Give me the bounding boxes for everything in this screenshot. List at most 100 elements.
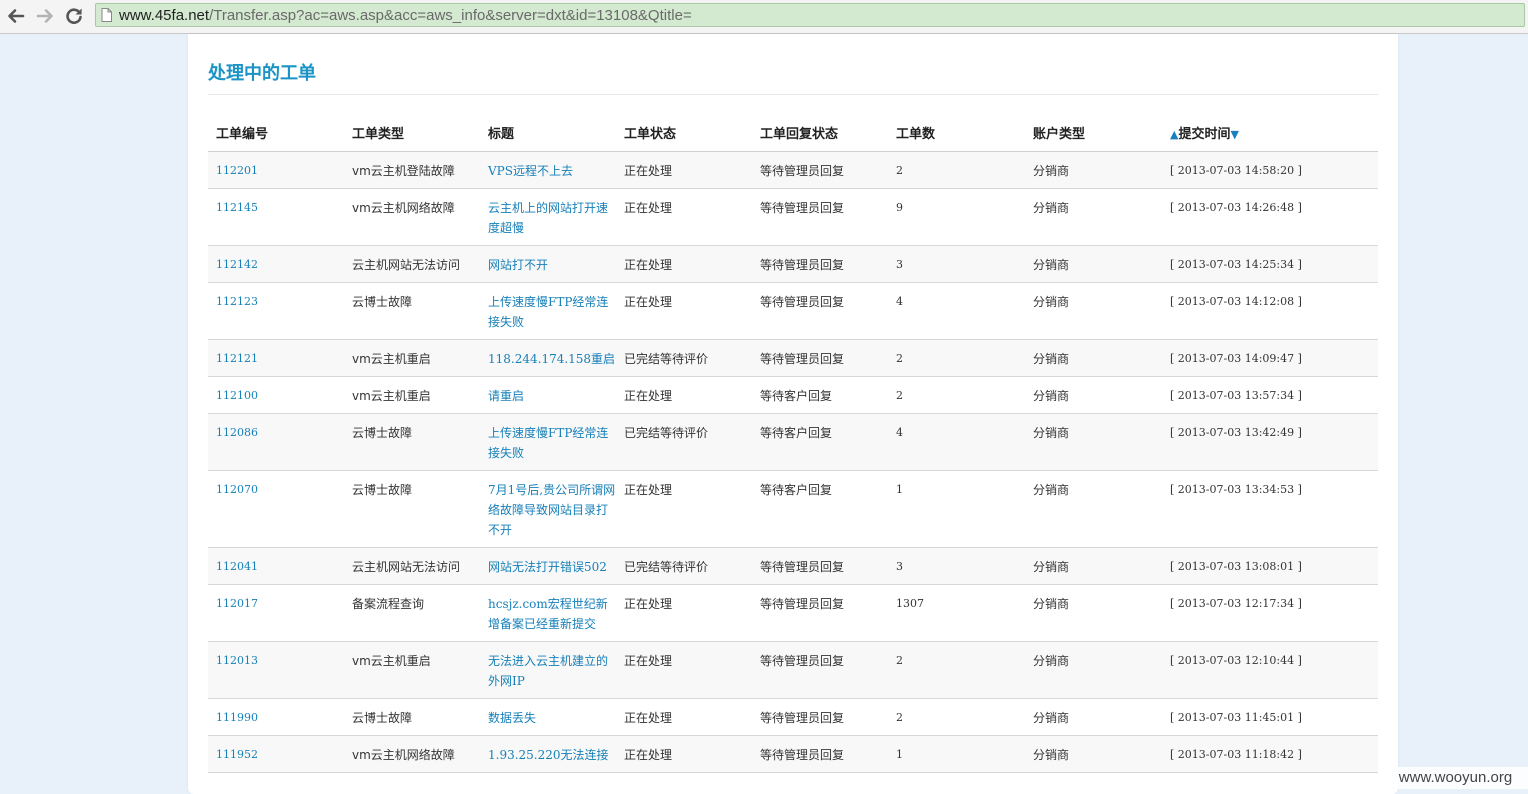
ticket-status-cell: 正在处理 bbox=[616, 245, 752, 283]
ticket-status-cell: 正在处理 bbox=[616, 282, 752, 340]
ticket-reply-status-cell: 等待客户回复 bbox=[752, 376, 888, 414]
ticket-account-type-cell: 分销商 bbox=[1025, 547, 1162, 585]
ticket-count-cell: 9 bbox=[888, 188, 1025, 246]
ticket-category-cell: vm云主机网络故障 bbox=[344, 188, 480, 246]
ticket-account-type-cell: 分销商 bbox=[1025, 376, 1162, 414]
ticket-table: 工单编号 工单类型 标题 工单状态 工单回复状态 工单数 账户类型 ▲提交时间▼… bbox=[208, 114, 1378, 773]
ticket-reply-status-cell: 等待客户回复 bbox=[752, 413, 888, 471]
ticket-id-link[interactable]: 112145 bbox=[216, 201, 258, 214]
ticket-status-cell: 正在处理 bbox=[616, 584, 752, 642]
table-row: 112041 云主机网站无法访问 网站无法打开错误502 已完结等待评价 等待管理员回复… bbox=[208, 547, 1378, 585]
ticket-id-cell: 112041 bbox=[208, 547, 344, 585]
ticket-subject-link[interactable]: 网站无法打开错误502 bbox=[488, 560, 607, 574]
ticket-subject-link[interactable]: 网站打不开 bbox=[488, 258, 548, 272]
ticket-reply-status-cell: 等待管理员回复 bbox=[752, 698, 888, 736]
table-row: 112201 vm云主机登陆故障 VPS远程不上去 正在处理 等待管理员回复 2 分销商[ … bbox=[208, 151, 1378, 189]
ticket-submit-time-cell: [ 2013-07-03 13:42:49 ] bbox=[1162, 413, 1378, 471]
ticket-reply-status-cell: 等待管理员回复 bbox=[752, 547, 888, 585]
ticket-subject-link[interactable]: 7月1号后,贵公司所谓网络故障导致网站目录打不开 bbox=[488, 483, 615, 537]
ticket-subject-link[interactable]: 1.93.25.220无法连接 bbox=[488, 748, 609, 762]
ticket-id-link[interactable]: 112070 bbox=[216, 483, 258, 496]
ticket-subject-link[interactable]: 上传速度慢FTP经常连接失败 bbox=[488, 295, 608, 329]
ticket-id-link[interactable]: 112086 bbox=[216, 426, 258, 439]
ticket-id-link[interactable]: 112017 bbox=[216, 597, 258, 610]
ticket-reply-status-cell: 等待客户回复 bbox=[752, 470, 888, 548]
ticket-category-cell: 云主机网站无法访问 bbox=[344, 245, 480, 283]
ticket-id-link[interactable]: 112201 bbox=[216, 164, 258, 177]
ticket-status-cell: 正在处理 bbox=[616, 188, 752, 246]
ticket-subject-link[interactable]: hcsjz.com宏程世纪新增备案已经重新提交 bbox=[488, 597, 608, 631]
ticket-category-cell: vm云主机重启 bbox=[344, 376, 480, 414]
ticket-count-cell: 3 bbox=[888, 245, 1025, 283]
ticket-id-link[interactable]: 112121 bbox=[216, 352, 258, 365]
ticket-id-cell: 112201 bbox=[208, 151, 344, 189]
table-row: 112017 备案流程查询 hcsjz.com宏程世纪新增备案已经重新提交 正在处理等… bbox=[208, 584, 1378, 642]
table-row: 112086 云博士故障 上传速度慢FTP经常连接失败 已完结等待评价 等待客户回复 4 分… bbox=[208, 413, 1378, 471]
ticket-id-link[interactable]: 112123 bbox=[216, 295, 258, 308]
ticket-submit-time-cell: [ 2013-07-03 13:57:34 ] bbox=[1162, 376, 1378, 414]
ticket-id-link[interactable]: 112142 bbox=[216, 258, 258, 271]
ticket-id-cell: 112100 bbox=[208, 376, 344, 414]
url-host: www.45fa.net bbox=[119, 7, 210, 24]
header-time-label[interactable]: 提交时间 bbox=[1178, 127, 1230, 142]
ticket-account-type-cell: 分销商 bbox=[1025, 698, 1162, 736]
ticket-id-link[interactable]: 111952 bbox=[216, 748, 258, 761]
ticket-subject-link[interactable]: VPS远程不上去 bbox=[488, 164, 573, 178]
ticket-submit-time-cell: [ 2013-07-03 11:18:42 ] bbox=[1162, 735, 1378, 773]
watermark: www.wooyun.org bbox=[1383, 767, 1528, 789]
sort-descending-icon[interactable]: ▼ bbox=[1230, 128, 1238, 141]
ticket-subject-link[interactable]: 118.244.174.158重启 bbox=[488, 352, 615, 366]
header-status[interactable]: 工单状态 bbox=[616, 114, 752, 152]
url-text[interactable]: www.45fa.net/Transfer.asp?ac=aws.asp&acc… bbox=[119, 7, 692, 24]
header-subject[interactable]: 标题 bbox=[480, 114, 616, 152]
ticket-id-link[interactable]: 112013 bbox=[216, 654, 258, 667]
ticket-reply-status-cell: 等待管理员回复 bbox=[752, 641, 888, 699]
ticket-status-cell: 正在处理 bbox=[616, 376, 752, 414]
ticket-status-cell: 正在处理 bbox=[616, 735, 752, 773]
ticket-subject-link[interactable]: 请重启 bbox=[488, 389, 524, 403]
ticket-count-cell: 2 bbox=[888, 376, 1025, 414]
ticket-account-type-cell: 分销商 bbox=[1025, 641, 1162, 699]
ticket-subject-link[interactable]: 云主机上的网站打开速度超慢 bbox=[488, 201, 608, 235]
ticket-count-cell: 1 bbox=[888, 470, 1025, 548]
header-account[interactable]: 账户类型 bbox=[1025, 114, 1162, 152]
ticket-id-link[interactable]: 111990 bbox=[216, 711, 258, 724]
ticket-id-cell: 112145 bbox=[208, 188, 344, 246]
forward-arrow-icon[interactable] bbox=[34, 5, 56, 27]
ticket-id-link[interactable]: 112041 bbox=[216, 560, 258, 573]
ticket-category-cell: vm云主机网络故障 bbox=[344, 735, 480, 773]
ticket-submit-time-cell: [ 2013-07-03 12:10:44 ] bbox=[1162, 641, 1378, 699]
ticket-subject-cell: 上传速度慢FTP经常连接失败 bbox=[480, 413, 616, 471]
ticket-count-cell: 2 bbox=[888, 641, 1025, 699]
ticket-id-cell: 112017 bbox=[208, 584, 344, 642]
ticket-subject-cell: hcsjz.com宏程世纪新增备案已经重新提交 bbox=[480, 584, 616, 642]
header-reply-status[interactable]: 工单回复状态 bbox=[752, 114, 888, 152]
ticket-subject-link[interactable]: 无法进入云主机建立的外网IP bbox=[488, 654, 608, 688]
ticket-category-cell: vm云主机重启 bbox=[344, 641, 480, 699]
table-row: 112145 vm云主机网络故障 云主机上的网站打开速度超慢 正在处理 等待管理员回复 9… bbox=[208, 188, 1378, 246]
ticket-reply-status-cell: 等待管理员回复 bbox=[752, 339, 888, 377]
ticket-submit-time-cell: [ 2013-07-03 13:08:01 ] bbox=[1162, 547, 1378, 585]
ticket-count-cell: 4 bbox=[888, 282, 1025, 340]
header-category[interactable]: 工单类型 bbox=[344, 114, 480, 152]
ticket-status-cell: 正在处理 bbox=[616, 470, 752, 548]
ticket-id-link[interactable]: 112100 bbox=[216, 389, 258, 402]
ticket-account-type-cell: 分销商 bbox=[1025, 245, 1162, 283]
ticket-subject-link[interactable]: 上传速度慢FTP经常连接失败 bbox=[488, 426, 608, 460]
page-icon bbox=[101, 8, 112, 22]
header-id[interactable]: 工单编号 bbox=[208, 114, 344, 152]
table-row: 111990 云博士故障 数据丢失 正在处理 等待管理员回复 2 分销商[ 2013-07-… bbox=[208, 698, 1378, 736]
ticket-count-cell: 2 bbox=[888, 151, 1025, 189]
ticket-status-cell: 已完结等待评价 bbox=[616, 547, 752, 585]
ticket-subject-cell: 无法进入云主机建立的外网IP bbox=[480, 641, 616, 699]
header-count[interactable]: 工单数 bbox=[888, 114, 1025, 152]
content-panel: 处理中的工单 工单编号 工单类型 标题 工单状态 工单回复状态 工单数 账户类型… bbox=[188, 34, 1398, 794]
ticket-category-cell: vm云主机重启 bbox=[344, 339, 480, 377]
ticket-subject-cell: 1.93.25.220无法连接 bbox=[480, 735, 616, 773]
ticket-subject-link[interactable]: 数据丢失 bbox=[488, 711, 536, 725]
table-row: 112123 云博士故障 上传速度慢FTP经常连接失败 正在处理 等待管理员回复 4 分销商… bbox=[208, 282, 1378, 340]
address-bar[interactable]: www.45fa.net/Transfer.asp?ac=aws.asp&acc… bbox=[95, 3, 1525, 27]
ticket-subject-cell: 请重启 bbox=[480, 376, 616, 414]
reload-icon[interactable] bbox=[63, 5, 85, 27]
back-arrow-icon[interactable] bbox=[5, 5, 27, 27]
